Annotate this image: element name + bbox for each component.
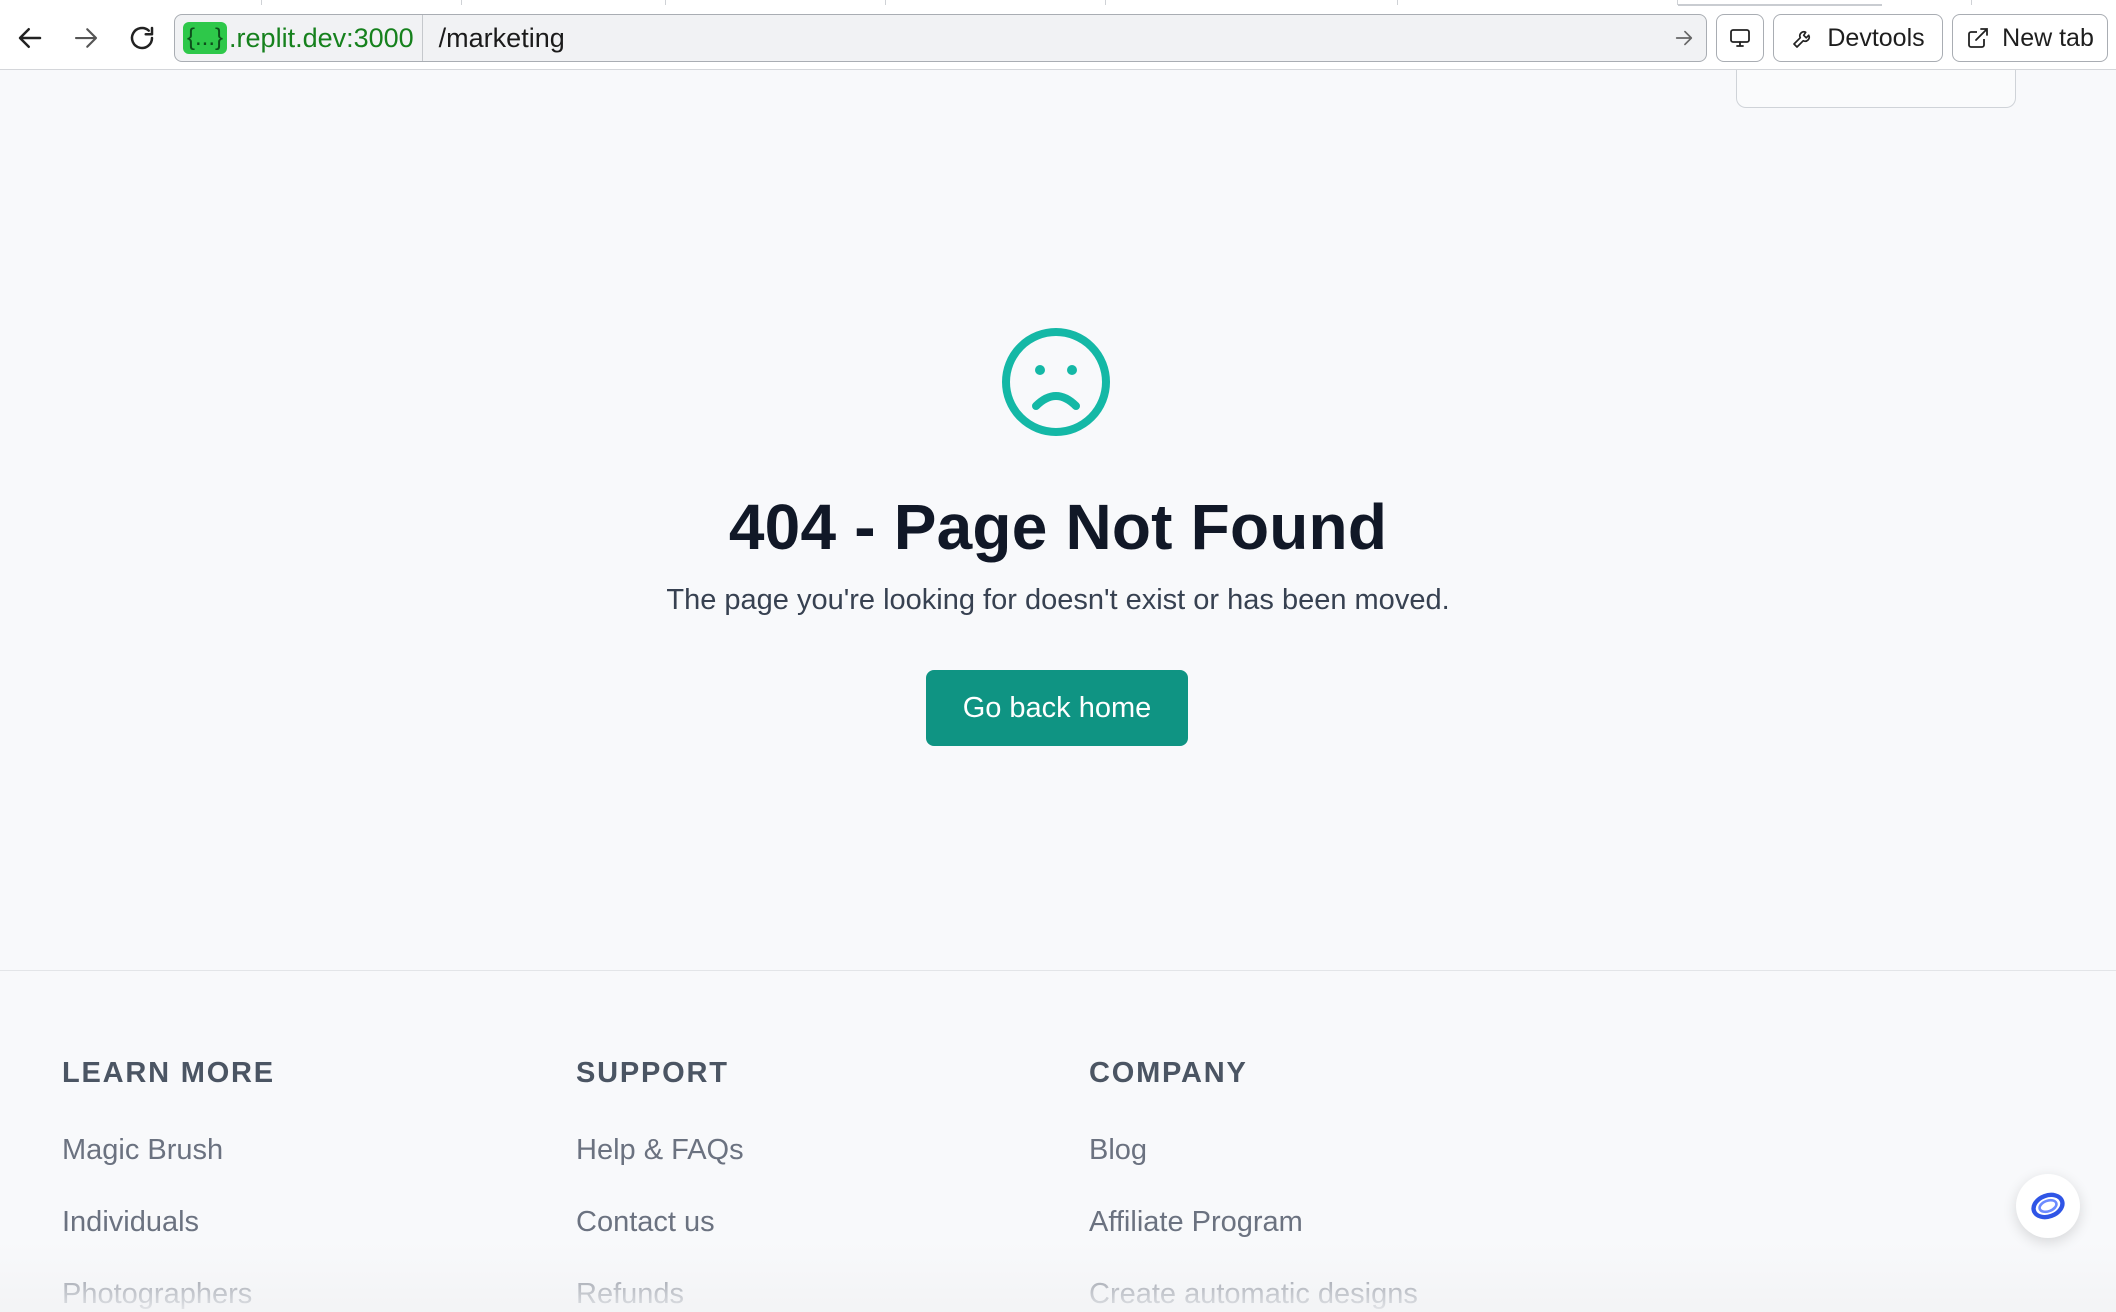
tab-stub[interactable] [1398, 0, 1678, 5]
back-button[interactable] [8, 16, 52, 60]
error-message: The page you're looking for doesn't exis… [666, 584, 1450, 616]
footer: LEARN MORE Magic Brush Individuals Photo… [0, 970, 2116, 1312]
devtools-button[interactable]: Devtools [1773, 14, 1943, 62]
device-preview-button[interactable] [1716, 14, 1764, 62]
footer-heading: LEARN MORE [62, 1057, 275, 1089]
arrow-right-icon [1675, 30, 1693, 46]
footer-heading: COMPANY [1089, 1057, 1248, 1089]
arrow-left-icon [18, 28, 42, 48]
footer-link-photographers[interactable]: Photographers [62, 1276, 275, 1312]
forward-button[interactable] [64, 16, 108, 60]
tab-stub[interactable] [1882, 0, 1972, 5]
monitor-icon [1730, 29, 1750, 47]
reload-button[interactable] [120, 16, 164, 60]
footer-link-create-automatic-designs[interactable]: Create automatic designs [1089, 1276, 1418, 1312]
tab-stub[interactable] [1678, 4, 1882, 6]
footer-link-contact-us[interactable]: Contact us [576, 1204, 744, 1276]
chat-widget-button[interactable] [2016, 1174, 2080, 1238]
go-back-home-button[interactable]: Go back home [926, 670, 1188, 746]
footer-column-company: COMPANY Blog Affiliate Program Create au… [1089, 1057, 1418, 1312]
tab-stub[interactable] [462, 0, 666, 5]
host-badge: {...} [183, 22, 228, 54]
footer-heading: SUPPORT [576, 1057, 729, 1089]
go-button[interactable] [1662, 16, 1706, 60]
tab-stub[interactable] [666, 0, 886, 5]
address-bar[interactable]: {...} .replit.dev:3000 /marketing [174, 14, 1707, 62]
external-link-icon [1968, 28, 1989, 48]
reload-icon [130, 26, 154, 50]
tab-stub[interactable] [886, 0, 1106, 5]
tab-stub[interactable] [1106, 0, 1398, 5]
address-host: {...} .replit.dev:3000 [175, 15, 423, 61]
chat-assistant-icon [2031, 1192, 2065, 1220]
new-tab-label: New tab [2002, 23, 2094, 52]
footer-link-blog[interactable]: Blog [1089, 1132, 1418, 1204]
footer-link-magic-brush[interactable]: Magic Brush [62, 1132, 275, 1204]
tab-strip [0, 0, 2116, 6]
new-tab-button[interactable]: New tab [1952, 14, 2108, 62]
footer-link-help-faqs[interactable]: Help & FAQs [576, 1132, 744, 1204]
sad-face-icon [1002, 328, 1110, 436]
footer-column-support: SUPPORT Help & FAQs Contact us Refunds [576, 1057, 744, 1312]
footer-fade [0, 1242, 2116, 1312]
footer-column-learn-more: LEARN MORE Magic Brush Individuals Photo… [62, 1057, 275, 1312]
address-path[interactable]: /marketing [439, 23, 1662, 54]
footer-link-affiliate-program[interactable]: Affiliate Program [1089, 1204, 1418, 1276]
footer-link-individuals[interactable]: Individuals [62, 1204, 275, 1276]
wrench-icon [1793, 31, 1811, 48]
arrow-right-icon [74, 28, 98, 48]
tab-stub[interactable] [262, 0, 462, 5]
tab-stub[interactable] [0, 0, 262, 5]
browser-toolbar: {...} .replit.dev:3000 /marketing Devtoo… [0, 0, 2116, 70]
devtools-label: Devtools [1827, 23, 1925, 52]
host-domain: .replit.dev:3000 [229, 22, 414, 53]
footer-link-refunds[interactable]: Refunds [576, 1276, 744, 1312]
page-title: 404 - Page Not Found [728, 491, 1388, 563]
